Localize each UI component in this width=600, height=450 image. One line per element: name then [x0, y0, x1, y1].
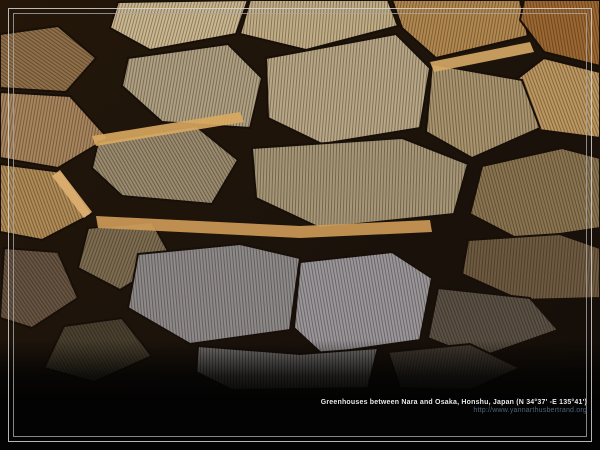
- aerial-photo: [0, 0, 600, 450]
- bottom-shadow-fade: [0, 340, 600, 400]
- caption-url: http://www.yannarthusbertrand.org: [321, 407, 587, 414]
- photo-caption: Greenhouses between Nara and Osaka, Hons…: [321, 399, 587, 414]
- greenhouse-patch-stripes: [294, 252, 432, 354]
- wallpaper-stage: Greenhouses between Nara and Osaka, Hons…: [0, 0, 600, 450]
- caption-title: Greenhouses between Nara and Osaka, Hons…: [321, 399, 587, 406]
